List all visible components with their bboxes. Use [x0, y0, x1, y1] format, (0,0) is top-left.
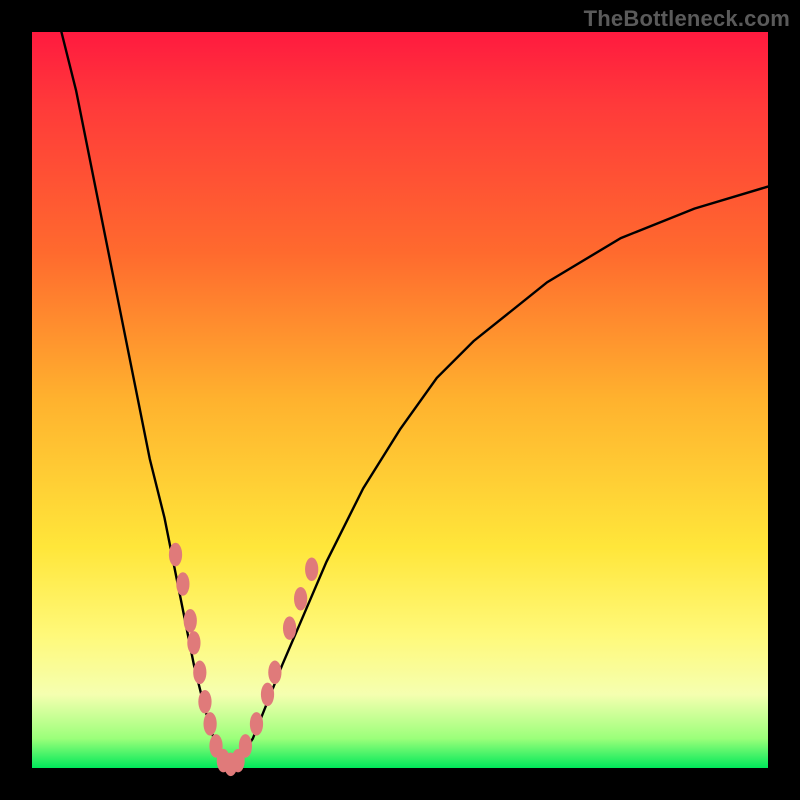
watermark-text: TheBottleneck.com [584, 6, 790, 32]
data-marker [239, 734, 252, 758]
curve-layer [32, 32, 768, 768]
chart-frame: TheBottleneck.com [0, 0, 800, 800]
data-marker [250, 712, 263, 736]
plot-area [32, 32, 768, 768]
data-marker [268, 661, 281, 685]
data-marker [169, 543, 182, 567]
data-marker [294, 587, 307, 611]
data-marker [283, 616, 296, 640]
marker-group [169, 543, 318, 776]
data-marker [193, 661, 206, 685]
data-marker [261, 683, 274, 707]
curve-left-branch [61, 32, 230, 768]
curve-right-branch [231, 187, 768, 768]
data-marker [305, 558, 318, 582]
data-marker [203, 712, 216, 736]
data-marker [176, 572, 189, 596]
data-marker [198, 690, 211, 714]
data-marker [184, 609, 197, 633]
data-marker [187, 631, 200, 655]
